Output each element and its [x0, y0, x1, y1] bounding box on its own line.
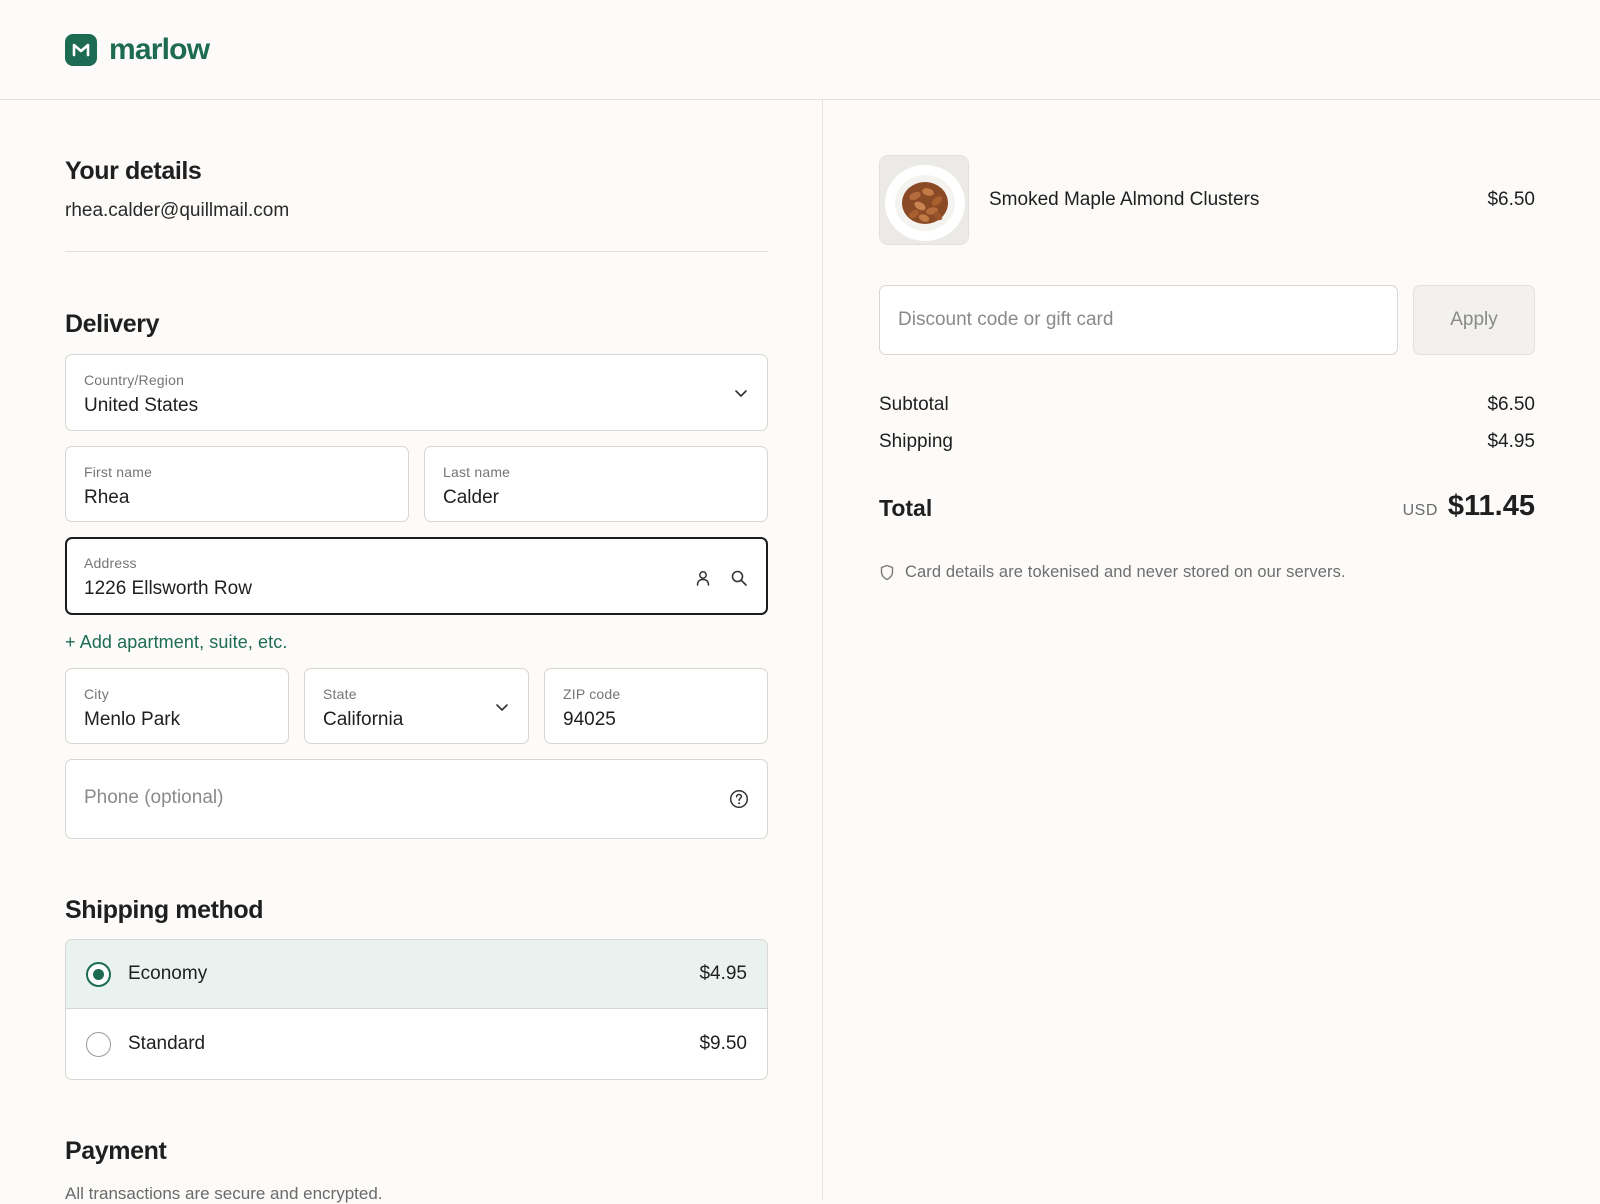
last-name-label: Last name [443, 464, 511, 480]
country-value: United States [84, 395, 199, 416]
state-label: State [323, 686, 357, 702]
delivery-title: Delivery [65, 310, 160, 338]
shipping-option-price: $4.95 [699, 963, 747, 984]
shipping-option-standard[interactable]: Standard $9.50 [66, 1010, 767, 1079]
total-amount: USD $11.45 [1403, 490, 1535, 523]
address-label: Address [84, 555, 137, 571]
shipping-option-price: $9.50 [699, 1033, 747, 1054]
search-icon[interactable] [730, 569, 748, 587]
city-value: Menlo Park [84, 709, 181, 730]
brand-logo[interactable]: marlow [65, 33, 210, 67]
security-note-text: Card details are tokenised and never sto… [905, 563, 1346, 581]
first-name-label: First name [84, 464, 153, 480]
shipping-option-name: Standard [128, 1033, 206, 1054]
discount-input[interactable] [880, 286, 1397, 354]
apply-discount-button[interactable]: Apply [1413, 285, 1535, 355]
brand-name: marlow [109, 33, 210, 66]
shipping-method-title: Shipping method [65, 896, 264, 924]
last-name-field[interactable]: Last name Calder [424, 446, 768, 522]
product-price: $6.50 [1487, 189, 1535, 210]
product-thumbnail [879, 155, 969, 245]
phone-placeholder: Phone (optional) [84, 787, 224, 808]
almond-bowl-image [880, 156, 968, 244]
first-name-value: Rhea [84, 487, 130, 508]
zip-value: 94025 [563, 709, 616, 730]
first-name-field[interactable]: First name Rhea [65, 446, 409, 522]
state-select[interactable]: State California [304, 668, 529, 744]
city-label: City [84, 686, 109, 702]
help-circle-icon[interactable] [729, 789, 749, 809]
payment-title: Payment [65, 1137, 167, 1165]
add-apartment-link[interactable]: + Add apartment, suite, etc. [65, 632, 287, 653]
country-label: Country/Region [84, 372, 185, 388]
chevron-down-icon [496, 704, 508, 711]
subtotal-label: Subtotal [879, 394, 949, 415]
shipping-option-name: Economy [128, 963, 208, 984]
shield-icon [880, 564, 894, 581]
zip-code-field[interactable]: ZIP code 94025 [544, 668, 768, 744]
total-value: $11.45 [1447, 490, 1535, 522]
chevron-down-icon [735, 390, 747, 397]
shipping-label: Shipping [879, 431, 953, 452]
site-header: marlow [0, 0, 1600, 100]
contact-person-icon[interactable] [694, 569, 712, 587]
total-label: Total [879, 495, 933, 521]
shipping-option-economy[interactable]: Economy $4.95 [66, 940, 767, 1009]
subtotal-value: $6.50 [1487, 394, 1535, 415]
state-value: California [323, 709, 404, 730]
address-value: 1226 Ellsworth Row [84, 578, 252, 599]
shipping-value: $4.95 [1487, 431, 1535, 452]
payment-subtitle: All transactions are secure and encrypte… [65, 1184, 383, 1203]
country-select[interactable]: Country/Region United States [65, 354, 768, 431]
details-divider [65, 251, 768, 252]
zip-label: ZIP code [563, 686, 621, 702]
discount-field[interactable] [879, 285, 1398, 355]
address-field[interactable]: Address 1226 Ellsworth Row [65, 537, 768, 615]
security-note: Card details are tokenised and never sto… [879, 563, 1346, 582]
customer-email: rhea.calder@quillmail.com [65, 200, 290, 221]
phone-field[interactable]: Phone (optional) [65, 759, 768, 839]
product-name: Smoked Maple Almond Clusters [989, 189, 1260, 210]
city-field[interactable]: City Menlo Park [65, 668, 289, 744]
radio-selected[interactable] [86, 962, 111, 987]
column-divider [822, 100, 823, 1200]
your-details-title: Your details [65, 157, 202, 185]
marlow-logo-icon [65, 34, 97, 66]
shipping-options: Economy $4.95 Standard $9.50 [65, 939, 768, 1080]
radio-unselected[interactable] [86, 1032, 111, 1057]
last-name-value: Calder [443, 487, 499, 508]
total-currency: USD [1402, 502, 1438, 519]
